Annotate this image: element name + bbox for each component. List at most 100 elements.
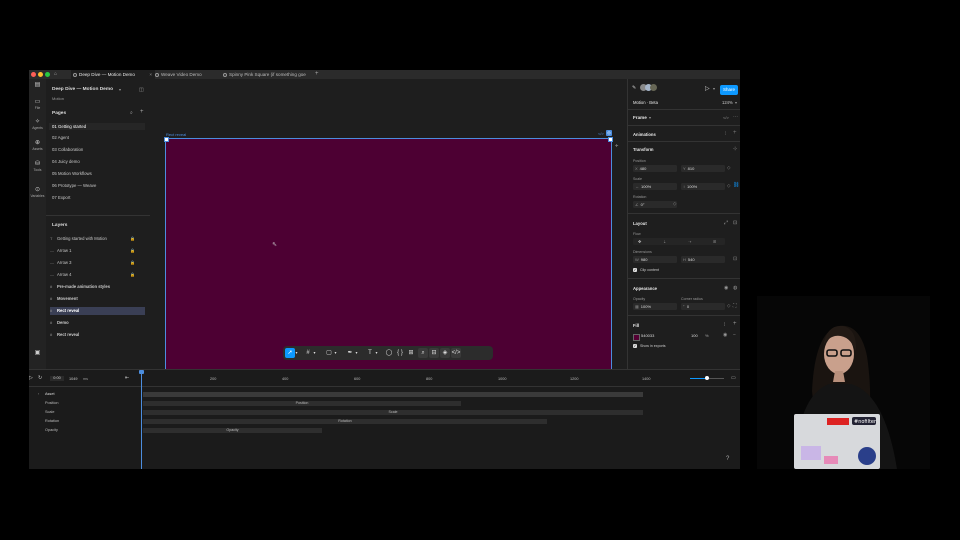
frame-rect-reveal[interactable]: ⇖ bbox=[164, 137, 613, 370]
chevron-down-icon[interactable]: ▾ bbox=[649, 115, 651, 120]
fill-hex[interactable]: 540033 bbox=[641, 333, 654, 338]
layer-row[interactable]: — Arrow 3 🔒 bbox=[50, 259, 145, 267]
eye-icon[interactable]: ◉ bbox=[723, 332, 727, 338]
add-fill-icon[interactable]: + bbox=[733, 321, 737, 327]
rotation-track-bar[interactable]: Rotation bbox=[143, 419, 547, 424]
constraints-icon[interactable]: ⊡ bbox=[733, 256, 737, 262]
lock-icon[interactable]: 🔒 bbox=[130, 235, 135, 243]
height-field[interactable]: H 540 bbox=[681, 256, 725, 263]
grid-icon[interactable]: ⁞ bbox=[725, 131, 726, 137]
track-label[interactable]: Position bbox=[45, 401, 59, 405]
page-item[interactable]: 03 Collaboration bbox=[52, 147, 83, 152]
code-icon[interactable]: </> bbox=[723, 115, 729, 120]
play-icon[interactable]: ▷ bbox=[705, 85, 710, 92]
resize-handle[interactable] bbox=[164, 137, 169, 142]
freeform-icon[interactable]: ✥ bbox=[638, 238, 641, 245]
comment-tool-icon[interactable]: ◯ bbox=[384, 348, 394, 358]
track-label[interactable]: Rotation bbox=[45, 419, 59, 423]
layer-row[interactable]: T Getting started with Motion 🔒 bbox=[50, 235, 145, 243]
actions-tool-icon[interactable]: { } bbox=[395, 348, 405, 358]
layer-row[interactable]: # Rect reveal bbox=[50, 331, 145, 339]
zoom-slider-thumb[interactable] bbox=[705, 376, 709, 380]
zoom-level[interactable]: 124% bbox=[722, 100, 733, 105]
rail-variables[interactable]: ⊙ Variables bbox=[29, 187, 46, 198]
frame-heading[interactable]: Frame bbox=[633, 115, 647, 120]
chevron-down-icon[interactable]: ▾ bbox=[312, 348, 317, 358]
scale-y-field[interactable]: ↕ 100% bbox=[681, 183, 725, 190]
home-icon[interactable]: ⌂ bbox=[54, 71, 57, 77]
keyframe-icon[interactable]: ◇ bbox=[727, 183, 730, 189]
fill-opacity[interactable]: 100 bbox=[691, 333, 698, 338]
resize-handle[interactable] bbox=[608, 137, 613, 142]
search-icon[interactable]: ⌕ bbox=[130, 110, 133, 116]
position-track-bar[interactable]: Position bbox=[143, 401, 461, 406]
tab-weave-video[interactable]: Weave Video Demo bbox=[153, 70, 223, 79]
vertical-flow-icon[interactable]: ⇣ bbox=[663, 238, 666, 245]
lock-icon[interactable]: 🔒 bbox=[130, 247, 135, 255]
expand-icon[interactable]: ⤢ bbox=[724, 220, 728, 226]
page-item[interactable]: 02 Agent bbox=[52, 135, 69, 140]
position-y-field[interactable]: Y 810 bbox=[681, 165, 725, 172]
opacity-track-bar[interactable]: Opacity bbox=[143, 428, 322, 433]
rotate-handle-icon[interactable]: ✛ bbox=[615, 143, 618, 148]
scale-x-field[interactable]: ↔ 100% bbox=[633, 183, 677, 190]
chevron-down-icon[interactable]: ▾ bbox=[333, 348, 338, 358]
corner-radius-field[interactable]: ⌜ 0 bbox=[681, 303, 725, 310]
chevron-down-icon[interactable]: ▾ bbox=[354, 348, 359, 358]
help-button[interactable]: ? bbox=[726, 456, 729, 462]
duration-field[interactable]: 1049 bbox=[69, 377, 77, 381]
rail-assets[interactable]: ⊕ Assets bbox=[29, 140, 46, 151]
chevron-down-icon[interactable]: ▾ bbox=[294, 348, 299, 358]
zoom-slider[interactable] bbox=[690, 376, 724, 380]
expand-asset-icon[interactable]: › bbox=[38, 392, 39, 396]
close-window-icon[interactable] bbox=[31, 72, 36, 77]
layer-row[interactable]: — Arrow 1 🔒 bbox=[50, 247, 145, 255]
corners-icon[interactable]: ⛶ bbox=[733, 303, 737, 309]
chevron-down-icon[interactable]: ▾ bbox=[119, 87, 121, 92]
chevron-down-icon[interactable]: ▾ bbox=[735, 100, 737, 105]
lock-icon[interactable]: 🔒 bbox=[130, 259, 135, 267]
position-x-field[interactable]: X 480 bbox=[633, 165, 677, 172]
playhead[interactable] bbox=[141, 370, 142, 469]
show-in-exports-checkbox[interactable]: ✓ bbox=[633, 344, 637, 348]
keyframe-icon[interactable]: ◇ bbox=[727, 303, 730, 309]
time-current[interactable]: 0:00 bbox=[50, 376, 64, 381]
width-field[interactable]: W 980 bbox=[633, 256, 677, 263]
code-icon[interactable]: </> bbox=[598, 131, 604, 136]
styles-icon[interactable]: ⁞ bbox=[724, 322, 725, 328]
component-tool-icon[interactable]: ◈ bbox=[440, 348, 450, 358]
eye-icon[interactable]: ◉ bbox=[724, 285, 728, 291]
page-item[interactable]: 06 Prototype — Weave bbox=[52, 183, 96, 188]
track-label[interactable]: Opacity bbox=[45, 428, 58, 432]
page-item[interactable]: 01 Getting started bbox=[49, 123, 145, 130]
layout-settings-icon[interactable]: ⊡ bbox=[733, 220, 737, 226]
loop-icon[interactable]: ↻ bbox=[38, 375, 42, 381]
canvas[interactable]: Rect reveal </> ◎ ⇖ ✛ ➚ ▾ # ▾ ▢ ▾ ✒ ▾ T … bbox=[150, 79, 627, 370]
horizontal-flow-icon[interactable]: ⇢ bbox=[688, 238, 691, 245]
rail-tools[interactable]: ⛁ Tools bbox=[29, 161, 46, 172]
layer-row-selected[interactable]: # Rect reveal bbox=[50, 307, 145, 315]
motion-icon[interactable]: ✎ bbox=[632, 85, 636, 91]
remove-fill-icon[interactable]: − bbox=[733, 332, 736, 338]
chat-icon[interactable]: ▣ bbox=[29, 350, 46, 357]
new-tab-button[interactable]: + bbox=[315, 70, 319, 79]
zoom-tool-icon[interactable]: ⌕ bbox=[418, 348, 428, 358]
asset-track-bar[interactable] bbox=[143, 392, 643, 397]
chevron-down-icon[interactable]: ▾ bbox=[374, 348, 379, 358]
layer-row[interactable]: # Movement bbox=[50, 295, 145, 303]
tab-spinny-pink[interactable]: Spinny Pink Square (if something goe bbox=[221, 70, 319, 79]
keyframe-icon[interactable]: ◇ bbox=[727, 165, 730, 171]
more-icon[interactable]: ⋯ bbox=[733, 114, 738, 120]
minimize-window-icon[interactable] bbox=[38, 72, 43, 77]
dev-mode-icon[interactable]: </> bbox=[451, 348, 461, 358]
share-button[interactable]: Share bbox=[720, 85, 738, 95]
sidebar-toggle-icon[interactable]: ◫ bbox=[139, 87, 144, 93]
grid-tool-icon[interactable]: ⊟ bbox=[429, 348, 439, 358]
add-animation-icon[interactable]: + bbox=[733, 130, 737, 136]
fullscreen-icon[interactable]: ▭ bbox=[731, 375, 736, 381]
layer-row[interactable]: — Arrow 4 🔒 bbox=[50, 271, 145, 279]
motion-badge-icon[interactable]: ◎ bbox=[606, 130, 612, 136]
transform-settings-icon[interactable]: ⊹ bbox=[733, 146, 737, 152]
tab-deep-dive[interactable]: Deep Dive — Motion Demo × bbox=[71, 70, 155, 79]
fill-swatch[interactable] bbox=[633, 334, 640, 341]
